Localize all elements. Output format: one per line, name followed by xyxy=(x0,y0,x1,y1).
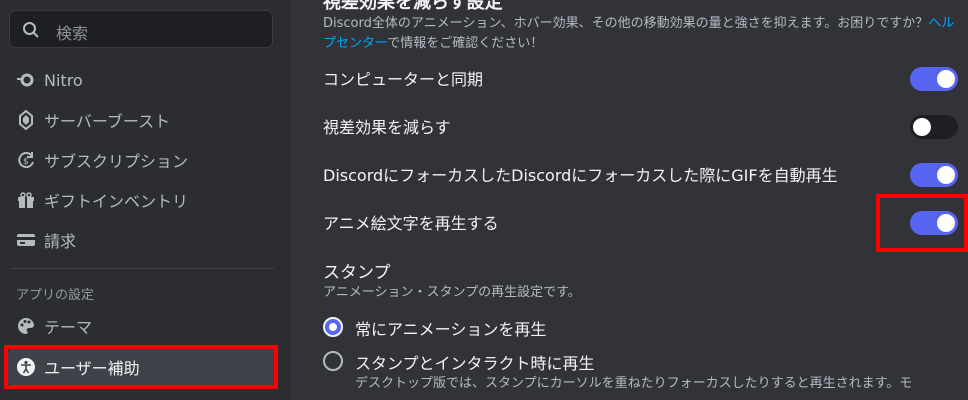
toggle-gif-autoplay[interactable] xyxy=(910,163,958,187)
search-input[interactable]: 検索 xyxy=(9,10,273,48)
gift-icon xyxy=(16,190,36,210)
highlight-outline-sidebar xyxy=(4,345,278,389)
radio-label-always-animate: 常にアニメーションを再生 xyxy=(355,320,547,339)
radio-label-animate-on-interact: スタンプとインタラクト時に再生 xyxy=(355,354,595,373)
sidebar-item-appearance[interactable]: テーマ xyxy=(8,308,276,344)
sidebar-item-label: テーマ xyxy=(44,318,93,337)
sidebar-item-server-boost[interactable]: サーバーブースト xyxy=(8,102,276,138)
toggle-knob xyxy=(937,70,955,88)
billing-icon xyxy=(16,230,36,250)
subscription-icon: $ xyxy=(16,150,36,170)
settings-content: 視差効果を減らす設定 Discord全体のアニメーション、ホバー効果、その他の移… xyxy=(291,0,968,400)
radio-note: デスクトップ版では、スタンプにカーソルを重ねたりフォーカスしたりすると再生されま… xyxy=(355,376,913,391)
sidebar-item-label: サブスクリプション xyxy=(44,152,189,171)
section-title: 視差効果を減らす設定 xyxy=(323,0,503,13)
highlight-outline-toggle xyxy=(876,194,968,252)
sidebar-item-label: Nitro xyxy=(44,70,83,90)
stickers-description: アニメーション・スタンプの再生設定です。 xyxy=(323,285,581,300)
sidebar-divider xyxy=(10,268,274,269)
nitro-icon xyxy=(16,70,36,90)
toggle-knob xyxy=(937,166,955,184)
description-text: Discord全体のアニメーション、ホバー効果、その他の移動効果の量と強さを抑え… xyxy=(323,16,929,31)
sidebar-item-billing[interactable]: 請求 xyxy=(8,222,276,258)
description-text-end: で情報をご確認ください！ xyxy=(387,36,544,51)
search-icon xyxy=(22,21,40,39)
radio-animate-on-interact[interactable] xyxy=(323,351,343,371)
toggle-knob xyxy=(913,118,931,136)
sidebar-item-label: サーバーブースト xyxy=(44,112,171,131)
toggle-label-gif-autoplay: DiscordにフォーカスしたDiscordにフォーカスした際にGIFを自動再生 xyxy=(323,166,838,185)
svg-text:$: $ xyxy=(23,157,29,167)
settings-sidebar: 検索 Nitro サーバーブースト $ サブスクリプション ギフトインベントリ … xyxy=(0,0,291,400)
toggle-label-animated-emoji: アニメ絵文字を再生する xyxy=(323,214,499,233)
toggle-sync-computer[interactable] xyxy=(910,67,958,91)
toggle-label-reduce-motion: 視差効果を減らす xyxy=(323,118,451,137)
sidebar-item-label: ギフトインベントリ xyxy=(44,192,189,211)
section-description: Discord全体のアニメーション、ホバー効果、その他の移動効果の量と強さを抑え… xyxy=(323,14,959,54)
sidebar-item-label: 請求 xyxy=(44,232,77,251)
search-placeholder: 検索 xyxy=(56,24,89,43)
toggle-label-sync: コンピューターと同期 xyxy=(323,70,484,89)
sidebar-section-header: アプリの設定 xyxy=(16,288,95,303)
palette-icon xyxy=(16,316,36,336)
sidebar-item-gift-inventory[interactable]: ギフトインベントリ xyxy=(8,182,276,218)
toggle-reduce-motion[interactable] xyxy=(910,115,958,139)
sidebar-item-nitro[interactable]: Nitro xyxy=(8,62,276,98)
sidebar-item-subscriptions[interactable]: $ サブスクリプション xyxy=(8,142,276,178)
stickers-title: スタンプ xyxy=(323,263,391,283)
boost-icon xyxy=(16,110,36,130)
radio-always-animate[interactable] xyxy=(323,317,343,337)
